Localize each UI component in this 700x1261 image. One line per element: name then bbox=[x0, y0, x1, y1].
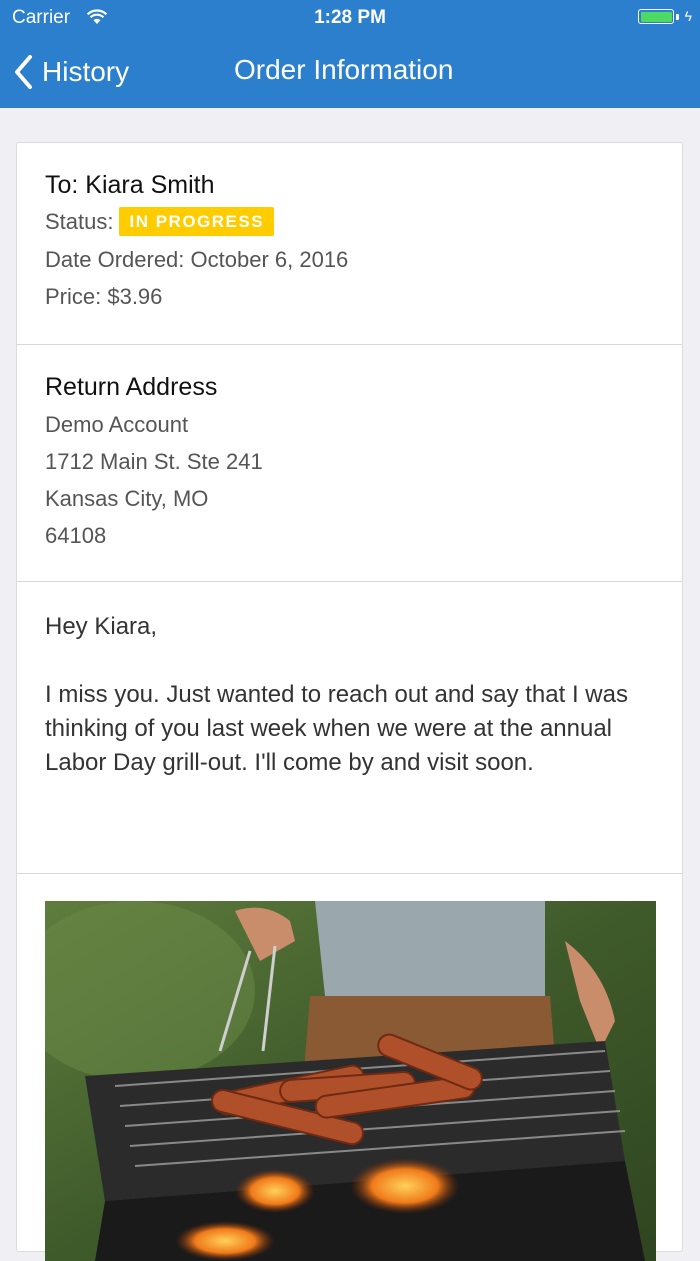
return-address-section: Return Address Demo Account 1712 Main St… bbox=[17, 345, 682, 582]
order-card: To: Kiara Smith Status: IN PROGRESS Date… bbox=[16, 142, 683, 1261]
bolt-icon: ϟ bbox=[684, 8, 692, 24]
clock: 1:28 PM bbox=[314, 7, 386, 28]
return-address-name: Demo Account bbox=[45, 412, 189, 437]
status-label: Status: bbox=[45, 208, 114, 234]
order-summary-section: To: Kiara Smith Status: IN PROGRESS Date… bbox=[17, 143, 682, 345]
message-body: I miss you. Just wanted to reach out and… bbox=[45, 681, 628, 776]
price: Price: $3.96 bbox=[45, 284, 163, 309]
date-ordered: Date Ordered: October 6, 2016 bbox=[45, 247, 349, 272]
page-title: Order Information bbox=[234, 54, 454, 85]
grill-photo-illustration bbox=[45, 901, 656, 1261]
return-address-heading: Return Address bbox=[45, 373, 218, 401]
chevron-left-icon bbox=[15, 55, 32, 89]
grill-photo bbox=[45, 901, 656, 1261]
return-address-city-state: Kansas City, MO bbox=[45, 486, 209, 511]
status-row: Status: IN PROGRESS bbox=[45, 207, 275, 236]
battery-icon bbox=[638, 9, 674, 24]
back-button[interactable]: History bbox=[12, 52, 129, 92]
status-badge: IN PROGRESS bbox=[119, 207, 275, 236]
navigation-bar: History Order Information bbox=[0, 36, 700, 108]
back-label: History bbox=[42, 56, 130, 87]
message-greeting: Hey Kiara, bbox=[45, 613, 158, 640]
photo-section bbox=[17, 874, 682, 1261]
status-bar: Carrier 1:28 PM ϟ bbox=[0, 0, 700, 36]
return-address-street: 1712 Main St. Ste 241 bbox=[45, 449, 263, 474]
message-section: Hey Kiara, I miss you. Just wanted to re… bbox=[17, 582, 682, 874]
return-address-zip: 64108 bbox=[45, 523, 107, 548]
message-text: Hey Kiara, I miss you. Just wanted to re… bbox=[45, 610, 655, 780]
battery-tip bbox=[676, 14, 679, 20]
recipient-label: To: Kiara Smith bbox=[45, 171, 215, 199]
